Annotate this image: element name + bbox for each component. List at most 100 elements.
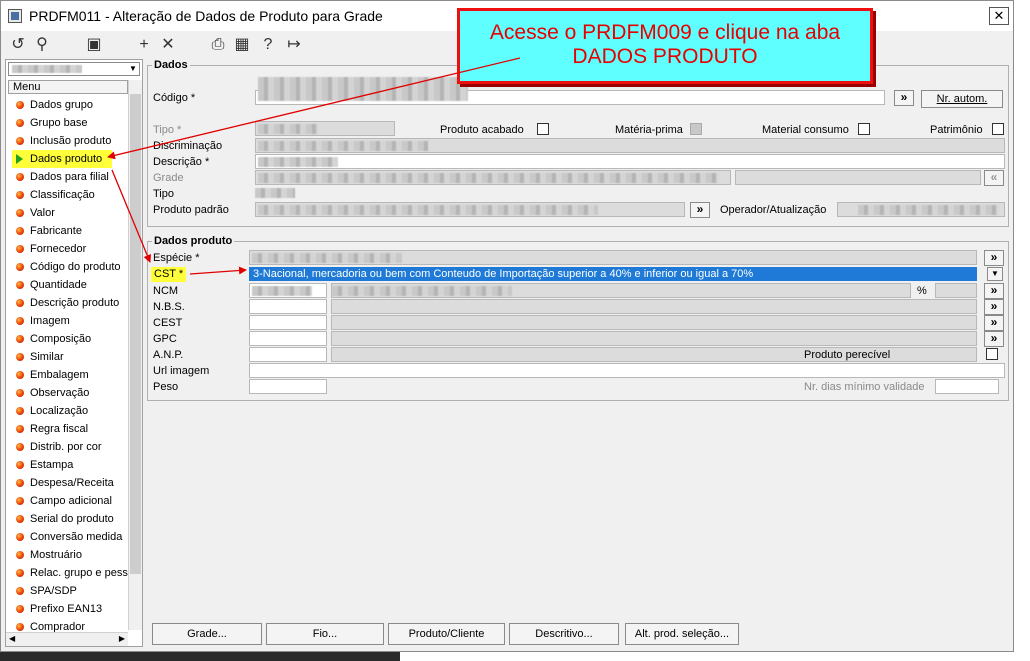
menu-item[interactable]: Imagem [10, 312, 130, 330]
menu-item[interactable]: Inclusão produto [10, 132, 130, 150]
blurred-value [12, 65, 82, 73]
save-icon[interactable]: ▣ [83, 34, 105, 56]
print-icon[interactable]: ⎙ [207, 34, 229, 56]
ncm-lookup-button[interactable]: » [984, 283, 1004, 299]
menu-item[interactable]: Estampa [10, 456, 130, 474]
codigo-field[interactable] [255, 77, 885, 105]
menu-item[interactable]: Campo adicional [10, 492, 130, 510]
menu-item[interactable]: Prefixo EAN13 [10, 600, 130, 618]
menu-item[interactable]: Dados para filial [10, 168, 130, 186]
alt-prod-selecao-button[interactable]: Alt. prod. seleção... [625, 623, 739, 645]
bullet-icon [16, 119, 24, 127]
nbs-field[interactable] [249, 299, 327, 314]
menu-item[interactable]: Valor [10, 204, 130, 222]
menu-item-label: Fornecedor [30, 243, 87, 255]
menu-item[interactable]: Dados grupo [10, 96, 130, 114]
menu-item[interactable]: Regra fiscal [10, 420, 130, 438]
menu-horizontal-scrollbar[interactable]: ◀ ▶ [6, 632, 128, 646]
material-consumo-checkbox[interactable] [858, 123, 870, 135]
menu-item[interactable]: Distrib. por cor [10, 438, 130, 456]
gpc-field[interactable] [249, 331, 327, 346]
bullet-icon [16, 551, 24, 559]
menu-item[interactable]: Relac. grupo e pess [10, 564, 130, 582]
scroll-thumb[interactable] [130, 94, 141, 574]
codigo-lookup-button[interactable]: » [894, 90, 914, 106]
instruction-callout: Acesse o PRDFM009 e clique na aba DADOS … [457, 8, 873, 84]
produto-acabado-checkbox[interactable] [537, 123, 549, 135]
close-button[interactable]: ✕ [989, 7, 1009, 25]
delete-icon[interactable]: ✕ [157, 34, 179, 56]
menu-item[interactable]: Composição [10, 330, 130, 348]
grade-lookup-button[interactable]: « [984, 170, 1004, 186]
bullet-icon [16, 299, 24, 307]
menu-item[interactable]: Serial do produto [10, 510, 130, 528]
peso-field[interactable] [249, 379, 327, 394]
menu-item[interactable]: Conversão medida [10, 528, 130, 546]
menu-item[interactable]: Classificação [10, 186, 130, 204]
menu-item-label: Classificação [30, 189, 95, 201]
scroll-left-icon[interactable]: ◀ [9, 634, 15, 643]
descricao-field[interactable] [255, 154, 1005, 169]
exit-icon[interactable]: ↦ [283, 34, 305, 56]
nr-dias-field[interactable] [935, 379, 999, 394]
menu-item[interactable]: Quantidade [10, 276, 130, 294]
menu-item[interactable]: Fabricante [10, 222, 130, 240]
gpc-desc-field [331, 331, 977, 346]
main-window: PRDFM011 - Alteração de Dados de Produto… [0, 0, 1014, 652]
menu-item[interactable]: SPA/SDP [10, 582, 130, 600]
menu-item[interactable]: Similar [10, 348, 130, 366]
fio-button[interactable]: Fio... [266, 623, 384, 645]
menu-list: Dados grupo Grupo base Inclusão produto Dad… [10, 96, 130, 636]
descritivo-button[interactable]: Descritivo... [509, 623, 619, 645]
cest-field[interactable] [249, 315, 327, 330]
search-icon[interactable]: ⚲ [31, 34, 53, 56]
materia-prima-checkbox[interactable] [690, 123, 702, 135]
patrimonio-checkbox[interactable] [992, 123, 1004, 135]
menu-filter-combo[interactable]: ▼ [8, 62, 140, 76]
calendar-icon[interactable]: ▦ [231, 34, 253, 56]
menu-item[interactable]: Fornecedor [10, 240, 130, 258]
menu-item-label: Mostruário [30, 549, 82, 561]
menu-item-label: Composição [30, 333, 92, 345]
menu-item[interactable]: Mostruário [10, 546, 130, 564]
chevron-down-icon[interactable]: ▼ [127, 63, 139, 75]
menu-item[interactable]: Dados produto [12, 150, 112, 168]
produto-padrao-lookup-button[interactable]: » [690, 202, 710, 218]
menu-vertical-scrollbar[interactable] [128, 80, 142, 630]
ncm-field[interactable] [249, 283, 327, 298]
nr-autom-button[interactable]: Nr. autom. [921, 90, 1003, 108]
help-icon[interactable]: ? [257, 34, 279, 56]
refresh-icon[interactable]: ↺ [7, 34, 29, 56]
cest-desc-field [331, 315, 977, 330]
especie-lookup-button[interactable]: » [984, 250, 1004, 266]
menu-item-label: Serial do produto [30, 513, 114, 525]
menu-item[interactable]: Grupo base [10, 114, 130, 132]
menu-item[interactable]: Localização [10, 402, 130, 420]
anp-label: A.N.P. [153, 349, 184, 361]
menu-item[interactable]: Descrição produto [10, 294, 130, 312]
cest-lookup-button[interactable]: » [984, 315, 1004, 331]
bullet-icon [16, 605, 24, 613]
add-icon[interactable]: + [133, 34, 155, 56]
bullet-icon [16, 533, 24, 541]
bullet-icon [16, 245, 24, 253]
grade-button[interactable]: Grade... [152, 623, 262, 645]
gpc-lookup-button[interactable]: » [984, 331, 1004, 347]
menu-item-label: Observação [30, 387, 90, 399]
menu-item[interactable]: Código do produto [10, 258, 130, 276]
chevron-down-icon[interactable]: ▼ [987, 267, 1003, 281]
menu-item[interactable]: Despesa/Receita [10, 474, 130, 492]
nbs-lookup-button[interactable]: » [984, 299, 1004, 315]
menu-item-label: Inclusão produto [30, 135, 112, 147]
ncm-label: NCM [153, 285, 179, 297]
cst-select[interactable]: 3-Nacional, mercadoria ou bem com Conteu… [249, 267, 977, 281]
nbs-desc-field [331, 299, 977, 314]
produto-perecivel-checkbox[interactable] [986, 348, 998, 360]
scroll-right-icon[interactable]: ▶ [119, 634, 125, 643]
menu-item[interactable]: Embalagem [10, 366, 130, 384]
produto-cliente-button[interactable]: Produto/Cliente [388, 623, 505, 645]
menu-item[interactable]: Observação [10, 384, 130, 402]
produto-perecivel-label: Produto perecível [804, 349, 891, 361]
url-imagem-field[interactable] [249, 363, 1005, 378]
anp-field[interactable] [249, 347, 327, 362]
